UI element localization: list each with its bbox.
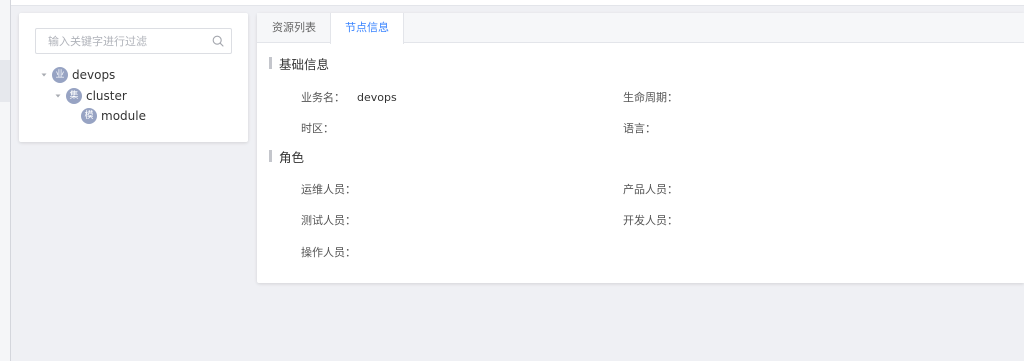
section-marker: [269, 150, 272, 162]
field-label: 语言：: [623, 122, 656, 135]
field-label: 开发人员：: [623, 214, 678, 227]
node-detail-panel: 资源列表 节点信息 基础信息 业务名： devops 生命周期： 时区： 语言：…: [257, 13, 1024, 283]
search-icon[interactable]: [212, 35, 224, 47]
tab-node-info[interactable]: 节点信息: [330, 13, 404, 44]
tree-node-label[interactable]: devops: [72, 68, 115, 82]
top-bar: [11, 0, 1024, 6]
field-product-staff: 产品人员：: [623, 181, 690, 197]
side-nav-strip: [0, 0, 11, 361]
cluster-badge: 集: [66, 88, 82, 104]
field-test-staff: 测试人员：: [301, 212, 368, 228]
field-label: 时区：: [301, 122, 334, 135]
section-title: 角色: [279, 149, 305, 165]
section-title: 基础信息: [279, 56, 330, 72]
field-ops-staff: 运维人员：: [301, 181, 368, 197]
section-marker: [269, 57, 272, 69]
tab-bar: 资源列表 节点信息: [257, 13, 1024, 44]
field-label: 产品人员：: [623, 183, 678, 196]
tree-search-input[interactable]: [36, 29, 206, 53]
business-badge: 业: [52, 67, 68, 83]
module-badge: 模: [81, 108, 97, 124]
field-timezone: 时区：: [301, 120, 346, 136]
tree-node-label[interactable]: cluster: [86, 89, 127, 103]
caret-down-icon[interactable]: [53, 91, 63, 101]
field-business-name: 业务名： devops: [301, 89, 397, 105]
field-label: 生命周期：: [623, 91, 678, 104]
tree-node-devops[interactable]: 业 devops: [39, 66, 115, 84]
tree-node-label[interactable]: module: [101, 109, 146, 123]
field-language: 语言：: [623, 120, 668, 136]
field-label: 业务名：: [301, 91, 345, 104]
tree-node-cluster[interactable]: 集 cluster: [53, 87, 127, 105]
caret-down-icon[interactable]: [39, 70, 49, 80]
topology-tree-panel: 业 devops 集 cluster 模 module: [19, 13, 248, 142]
field-value: devops: [357, 90, 397, 104]
section-roles: 角色: [269, 148, 305, 165]
field-lifecycle: 生命周期：: [623, 89, 690, 105]
field-label: 操作人员：: [301, 246, 356, 259]
tab-resource-list[interactable]: 资源列表: [257, 13, 331, 44]
tree-node-module[interactable]: 模 module: [81, 107, 146, 125]
side-nav-selected-item[interactable]: [0, 60, 10, 102]
field-label: 测试人员：: [301, 214, 356, 227]
field-dev-staff: 开发人员：: [623, 212, 690, 228]
field-operator-staff: 操作人员：: [301, 244, 368, 260]
section-basic-info: 基础信息: [269, 55, 330, 72]
tree-search-box[interactable]: [35, 28, 232, 54]
field-label: 运维人员：: [301, 183, 356, 196]
